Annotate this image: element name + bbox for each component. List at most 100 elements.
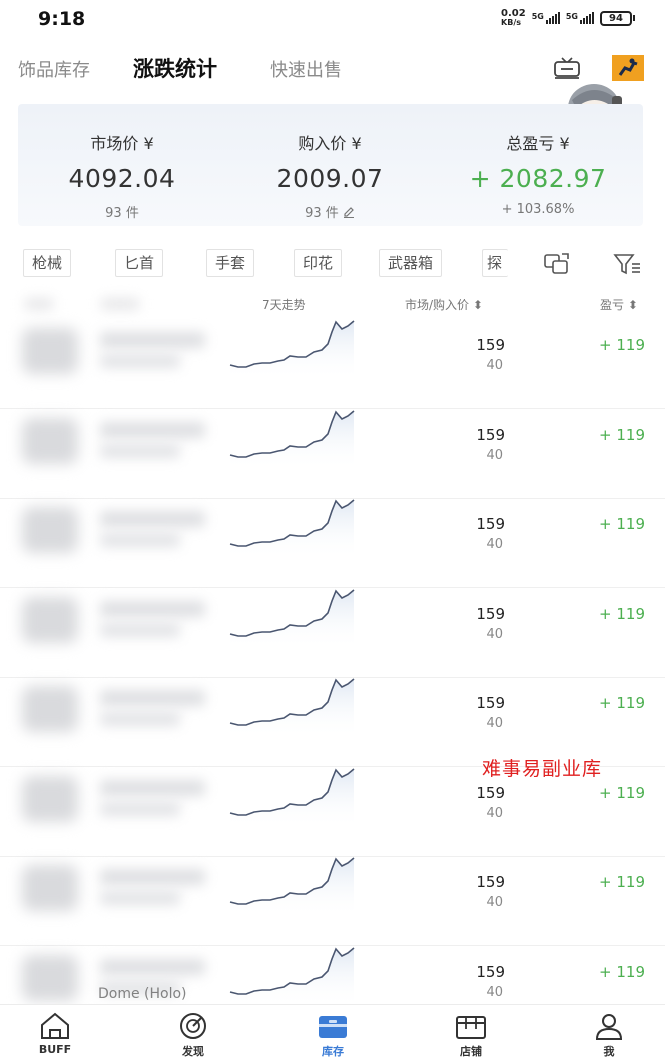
inventory-box-icon — [319, 1016, 347, 1038]
item-row[interactable]: 159 40 + 119 — [0, 320, 665, 409]
item-thumbnail — [22, 507, 78, 553]
signal-1-label: 5G — [531, 12, 544, 21]
nav-store-label: 店铺 — [460, 1045, 482, 1058]
store-icon — [456, 1016, 486, 1039]
item-row[interactable]: 159 40 + 119 — [0, 499, 665, 588]
signal-icon: 5G — [532, 12, 560, 24]
item-thumbnail — [22, 328, 78, 374]
summary-purchase: 购入价 ¥ 2009.07 93 件 — [226, 104, 434, 221]
bottom-nav: BUFF 发现 库存 店铺 我 — [0, 1004, 665, 1064]
tab-inventory[interactable]: 饰品库存 — [18, 56, 90, 82]
item-name-blurred — [100, 958, 205, 975]
item-thumbnail — [22, 865, 78, 911]
summary-card: 市场价 ¥ 4092.04 93 件 购入价 ¥ 2009.07 93 件 总盈… — [18, 104, 643, 226]
item-row[interactable]: 159 40 + 119 — [0, 588, 665, 678]
purchase-item-count[interactable]: 93 件 — [226, 202, 434, 221]
item-thumbnail — [22, 596, 78, 643]
item-thumbnail — [22, 417, 78, 464]
total-profit-value: + 2082.97 — [469, 164, 607, 193]
item-subname-blurred — [100, 443, 180, 458]
category-chip-stickers[interactable]: 印花 — [294, 249, 343, 277]
filter-icon[interactable] — [612, 251, 642, 277]
market-price: 159 — [476, 515, 505, 533]
status-indicators: 0.02 KB/s 5G 5G 94 — [501, 9, 635, 27]
header-blurred-1 — [24, 298, 54, 310]
item-subname-blurred — [100, 354, 180, 368]
summary-market: 市场价 ¥ 4092.04 93 件 — [18, 104, 226, 221]
row-profit: + 119 — [599, 783, 645, 802]
seven-day-trend-sparkline — [229, 678, 355, 738]
item-subname-blurred — [100, 891, 180, 905]
market-price-label: 市场价 ¥ — [90, 134, 154, 153]
purchase-price: 40 — [486, 358, 503, 373]
net-speed-unit: KB/s — [501, 18, 522, 27]
category-chip-cases[interactable]: 武器箱 — [379, 249, 443, 277]
purchase-price: 40 — [486, 805, 503, 821]
item-subname-blurred — [100, 801, 180, 816]
user-icon — [595, 1014, 623, 1040]
market-item-count: 93 件 — [105, 206, 139, 221]
row-profit: + 119 — [599, 694, 645, 712]
tab-price-stats[interactable]: 涨跌统计 — [133, 53, 217, 83]
purchase-item-count-text: 93 件 — [305, 206, 339, 221]
market-price: 159 — [476, 694, 505, 712]
status-bar: 9:18 0.02 KB/s 5G 5G 94 — [0, 0, 665, 40]
market-price-value: 4092.04 — [68, 164, 176, 193]
row-profit: + 119 — [599, 604, 645, 623]
seven-day-trend-sparkline — [229, 767, 355, 828]
category-chip-knives[interactable]: 匕首 — [115, 249, 164, 277]
signal-2-label: 5G — [565, 12, 578, 21]
home-icon — [41, 1012, 69, 1039]
nav-discover-label: 发现 — [182, 1045, 204, 1058]
item-name-blurred — [100, 332, 205, 348]
market-price: 159 — [476, 425, 505, 444]
summary-profit: 总盈亏 ¥ + 2082.97 + 103.68% — [434, 104, 642, 217]
purchase-price: 40 — [486, 447, 503, 463]
seven-day-trend-sparkline — [229, 588, 355, 649]
radar-icon — [180, 1013, 206, 1039]
market-price: 159 — [476, 962, 505, 981]
nav-me-label: 我 — [603, 1045, 615, 1058]
nav-discover[interactable]: 发现 — [153, 1011, 233, 1059]
item-row[interactable]: 159 40 + 119 — [0, 409, 665, 499]
partial-item-name: Dome (Holo) — [98, 986, 187, 1002]
battery-icon: 94 — [600, 10, 635, 26]
category-chip-gloves[interactable]: 手套 — [206, 249, 255, 277]
nav-store[interactable]: 店铺 — [431, 1011, 511, 1059]
row-profit: + 119 — [599, 962, 645, 981]
battery-level: 94 — [600, 10, 632, 26]
nav-buff[interactable]: BUFF — [15, 1011, 95, 1056]
tab-quick-sell[interactable]: 快速出售 — [270, 56, 342, 82]
total-profit-label: 总盈亏 ¥ — [506, 134, 570, 153]
total-profit-percent: + 103.68% — [501, 202, 575, 217]
edit-icon[interactable] — [343, 206, 355, 218]
price-sort-header[interactable]: 市场/购入价 ⬍ — [405, 296, 483, 313]
item-name-blurred — [100, 511, 205, 527]
profit-sort-header[interactable]: 盈亏 ⬍ — [600, 296, 638, 313]
market-price: 159 — [476, 873, 505, 891]
purchase-price-label: 购入价 ¥ — [298, 134, 362, 153]
item-name-blurred — [100, 421, 205, 438]
category-chip-more[interactable]: 探 — [482, 249, 508, 277]
purchase-price: 40 — [486, 626, 503, 642]
item-row[interactable]: 159 40 + 119 — [0, 857, 665, 946]
item-subname-blurred — [100, 712, 180, 726]
list-header: 7天走势 市场/购入价 ⬍ 盈亏 ⬍ — [0, 290, 665, 318]
market-price: 159 — [476, 604, 505, 623]
category-chip-guns[interactable]: 枪械 — [23, 249, 72, 277]
row-profit: + 119 — [599, 425, 645, 444]
item-name-blurred — [100, 779, 205, 796]
item-name-blurred — [100, 869, 205, 885]
purchase-price: 40 — [486, 537, 503, 552]
nav-inventory[interactable]: 库存 — [293, 1011, 373, 1059]
net-speed-value: 0.02 — [501, 8, 526, 19]
item-thumbnail — [22, 775, 78, 822]
row-profit: + 119 — [599, 336, 645, 354]
row-profit: + 119 — [599, 873, 645, 891]
nav-buff-label: BUFF — [38, 1043, 72, 1056]
tv-icon[interactable] — [552, 56, 582, 80]
batch-select-icon[interactable] — [542, 251, 572, 277]
net-speed: 0.02 KB/s — [501, 8, 526, 28]
nav-me[interactable]: 我 — [569, 1011, 649, 1059]
item-name-blurred — [100, 690, 205, 706]
